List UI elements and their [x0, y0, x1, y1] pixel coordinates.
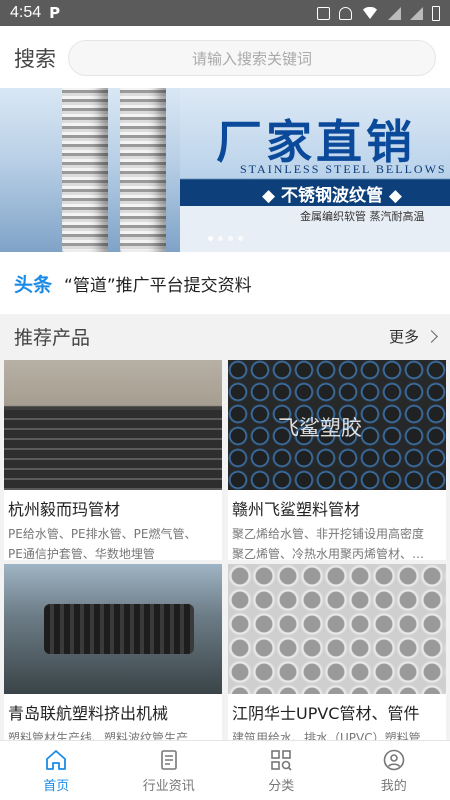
- tab-label: 分类: [268, 778, 295, 794]
- chevron-right-icon: [425, 329, 438, 343]
- wifi-icon: [361, 7, 379, 19]
- product-card[interactable]: 江阴华士UPVC管材、管件 建筑用给水、排水（UPVC）塑料管: [228, 564, 446, 745]
- carousel-dot[interactable]: [218, 236, 223, 241]
- product-desc: PE给水管、PE排水管、PE燃气管、 PE通信护套管、华数地埋管: [8, 527, 197, 561]
- search-bar: 搜索 请输入搜索关键词: [0, 26, 450, 90]
- product-card[interactable]: 青岛联航塑料挤出机械 塑料管材生产线、塑料波纹管生产: [4, 564, 222, 745]
- product-image: [4, 564, 222, 694]
- more-label: 更多: [388, 327, 419, 346]
- product-image: [4, 360, 222, 490]
- carousel-dot[interactable]: [208, 236, 213, 241]
- home-icon: [46, 749, 67, 770]
- headline-tag: 头条: [14, 273, 53, 296]
- bellows-pipe-image: [62, 88, 108, 252]
- banner-subtitle: 金属编织软管 蒸汽耐高温: [300, 210, 425, 223]
- tab-label: 首页: [43, 778, 70, 794]
- tab-home[interactable]: 首页: [0, 741, 113, 800]
- banner-product-text: ◆ 不锈钢波纹管 ◆: [262, 186, 402, 206]
- news-icon: [160, 749, 177, 770]
- status-icons: [317, 5, 440, 21]
- status-time: 4:54: [10, 4, 42, 21]
- product-name: 杭州毅而玛管材: [8, 500, 121, 518]
- banner-english-text: STAINLESS STEEL BELLOWS: [240, 162, 447, 176]
- tab-category[interactable]: 分类: [225, 741, 338, 800]
- carousel-dot[interactable]: [228, 236, 233, 241]
- tab-news[interactable]: 行业资讯: [113, 741, 226, 800]
- nfc-icon: [317, 6, 330, 20]
- signal-icon-1: [388, 6, 401, 20]
- category-icon: [271, 749, 292, 771]
- profile-icon: [383, 749, 405, 770]
- product-card[interactable]: 杭州毅而玛管材 PE给水管、PE排水管、PE燃气管、 PE通信护套管、华数地埋管: [4, 360, 222, 561]
- product-name: 青岛联航塑料挤出机械: [8, 704, 169, 722]
- promo-banner[interactable]: 厂家直销 STAINLESS STEEL BELLOWS ◆ 不锈钢波纹管 ◆ …: [0, 88, 450, 252]
- search-input[interactable]: 请输入搜索关键词: [68, 40, 436, 76]
- search-placeholder: 请输入搜索关键词: [191, 49, 312, 68]
- more-button[interactable]: 更多: [388, 326, 438, 347]
- product-desc: 聚乙烯给水管、非开挖铺设用高密度 聚乙烯管、冷热水用聚丙烯管材、…: [232, 527, 425, 561]
- bellows-pipe-image: [120, 88, 166, 252]
- carousel-dot[interactable]: [238, 236, 243, 241]
- tab-label: 我的: [380, 778, 407, 794]
- section-title: 推荐产品: [14, 326, 91, 349]
- product-image: [228, 564, 446, 694]
- carousel-dots: [208, 236, 243, 241]
- tab-profile[interactable]: 我的: [338, 741, 450, 800]
- product-card[interactable]: 飞鲨塑胶 赣州飞鲨塑料管材 聚乙烯给水管、非开挖铺设用高密度 聚乙烯管、冷热水用…: [228, 360, 446, 561]
- tab-label: 行业资讯: [142, 778, 195, 794]
- headline-text[interactable]: “管道”推广平台提交资料: [64, 271, 252, 296]
- product-image: 飞鲨塑胶: [228, 360, 446, 490]
- product-name: 江阴华士UPVC管材、管件: [232, 704, 420, 722]
- headline-bar[interactable]: 头条 “管道”推广平台提交资料: [0, 252, 450, 314]
- mute-bell-icon: [339, 6, 352, 20]
- parking-app-icon: P: [49, 4, 61, 22]
- recommended-products-header: 推荐产品 更多: [0, 314, 450, 358]
- status-bar: 4:54 P: [0, 0, 450, 26]
- battery-icon: [432, 5, 440, 21]
- product-name: 赣州飞鲨塑料管材: [232, 500, 361, 518]
- signal-icon-2: [410, 6, 423, 20]
- search-label: 搜索: [14, 47, 56, 71]
- image-watermark: 飞鲨塑胶: [278, 416, 362, 440]
- bottom-tab-bar: 首页 行业资讯 分类 我的: [0, 740, 450, 800]
